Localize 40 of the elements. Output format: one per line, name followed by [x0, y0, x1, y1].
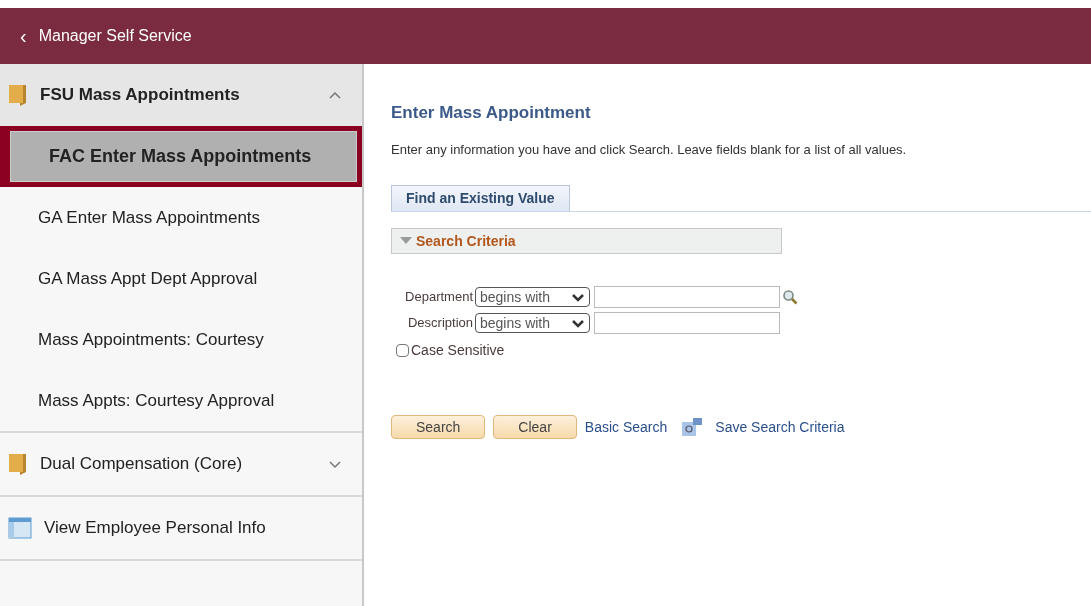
section-header[interactable]: Search Criteria: [391, 228, 782, 254]
back-button[interactable]: ‹: [20, 26, 27, 46]
sidebar-item-label: View Employee Personal Info: [44, 517, 267, 540]
chevron-up-icon[interactable]: [328, 90, 342, 100]
instructions: Enter any information you have and click Search. Leave fields blank for a list of all values.: [391, 140, 908, 159]
sidebar-subitem[interactable]: GA Enter Mass Appointments: [0, 187, 362, 248]
chevron-down-icon: [571, 292, 585, 302]
section-title: Search Criteria: [416, 231, 516, 251]
folder-icon: [8, 83, 28, 107]
input-field[interactable]: [594, 312, 780, 334]
sidebar-subitem[interactable]: FAC Enter Mass Appointments: [10, 131, 357, 182]
chevron-down-icon: [571, 318, 585, 328]
sidebar-item[interactable]: Dual Compensation (Core): [0, 433, 362, 495]
sidebar-item[interactable]: FSU Mass Appointments: [0, 64, 362, 126]
triangle-down-icon: [400, 237, 412, 245]
action-button[interactable]: Clear: [493, 415, 577, 439]
folder-icon: [8, 452, 28, 476]
operator-select[interactable]: begins with: [475, 287, 590, 307]
save-search-icon[interactable]: [681, 417, 704, 437]
page-title: Enter Mass Appointment: [391, 102, 592, 124]
sidebar-item[interactable]: View Employee Personal Info: [0, 497, 362, 559]
basic-search-link[interactable]: Basic Search: [584, 416, 668, 438]
input-field[interactable]: [594, 286, 780, 308]
sidebar-subitem[interactable]: Mass Appointments: Courtesy: [0, 309, 362, 370]
chevron-down-icon[interactable]: [328, 459, 342, 469]
field-label: Description: [406, 314, 473, 333]
action-button[interactable]: Search: [391, 415, 486, 439]
sidebar-item-label: Dual Compensation (Core): [40, 453, 244, 476]
sidebar-item-label: FSU Mass Appointments: [40, 84, 241, 107]
search-icon[interactable]: [782, 289, 798, 305]
window-icon: [8, 517, 32, 539]
checkbox-label: Case Sensitive: [411, 341, 505, 360]
save-search-link[interactable]: Save Search Criteria: [715, 416, 845, 438]
checkbox[interactable]: [396, 344, 409, 357]
header-title: Manager Self Service: [38, 26, 192, 46]
sidebar-subitem[interactable]: Mass Appts: Courtesy Approval: [0, 370, 362, 431]
tab[interactable]: Find an Existing Value: [391, 185, 570, 211]
sidebar-subitem[interactable]: GA Mass Appt Dept Approval: [0, 248, 362, 309]
operator-select[interactable]: begins with: [475, 313, 590, 333]
field-label: Department: [404, 288, 473, 307]
